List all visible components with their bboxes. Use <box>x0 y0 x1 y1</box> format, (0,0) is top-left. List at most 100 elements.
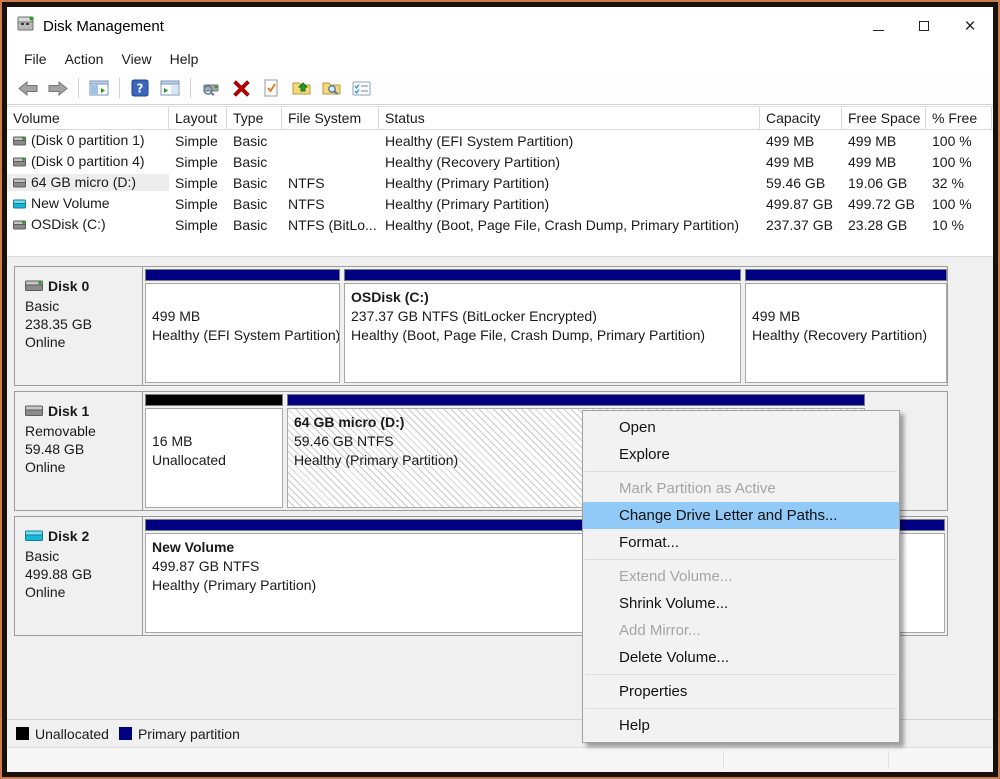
toolbar: ? <box>7 72 993 105</box>
menu-view[interactable]: View <box>112 47 160 71</box>
disk-1-label[interactable]: Disk 1 Removable 59.48 GB Online <box>15 392 143 510</box>
disk-state: Online <box>25 334 66 350</box>
disk-icon <box>25 277 43 295</box>
volume-table-header: Volume Layout Type File System Status Ca… <box>7 107 993 130</box>
disk-icon <box>25 402 43 420</box>
volume-name: New Volume <box>31 195 110 211</box>
disk-icon <box>25 527 43 545</box>
partition-recovery[interactable]: 499 MB Healthy (Recovery Partition) <box>745 269 947 383</box>
device-properties-icon[interactable] <box>198 75 224 101</box>
partition-context-menu: Open Explore Mark Partition as Active Ch… <box>582 410 900 743</box>
unallocated-block[interactable]: 16 MB Unallocated <box>145 394 283 508</box>
column-header-file-system[interactable]: File System <box>282 107 379 129</box>
window-frame: Disk Management × File Action View Help … <box>0 0 1000 779</box>
legend-label: Primary partition <box>137 725 240 742</box>
toolbar-separator <box>119 78 120 98</box>
volume-layout: Simple <box>175 132 218 149</box>
volume-pct-free: 32 % <box>932 174 964 191</box>
volume-type: Basic <box>233 216 268 233</box>
minimize-icon <box>872 29 884 31</box>
menu-file[interactable]: File <box>15 47 56 71</box>
minimize-button[interactable] <box>855 7 901 45</box>
volume-free-space: 499 MB <box>848 153 897 170</box>
delete-volume-icon[interactable] <box>228 75 254 101</box>
disk-state: Online <box>25 584 66 600</box>
forward-icon[interactable] <box>45 75 71 101</box>
volume-row[interactable]: (Disk 0 partition 4) Simple Basic Health… <box>7 151 993 172</box>
partition-osdisk-c[interactable]: OSDisk (C:) 237.37 GB NTFS (BitLocker Enc… <box>344 269 741 383</box>
menu-item-change-drive-letter[interactable]: Change Drive Letter and Paths... <box>583 502 899 529</box>
volume-drive-icon <box>13 175 26 191</box>
menu-action[interactable]: Action <box>56 47 113 71</box>
menu-separator <box>585 708 897 709</box>
unallocated-color-bar <box>145 394 283 406</box>
disk-0-label[interactable]: Disk 0 Basic 238.35 GB Online <box>15 267 143 385</box>
column-header-status[interactable]: Status <box>379 107 760 129</box>
status-bar <box>7 747 993 772</box>
volume-name: (Disk 0 partition 1) <box>31 132 145 148</box>
menu-item-shrink-volume[interactable]: Shrink Volume... <box>583 590 899 617</box>
menu-item-delete-volume[interactable]: Delete Volume... <box>583 644 899 671</box>
volume-row[interactable]: (Disk 0 partition 1) Simple Basic Health… <box>7 130 993 151</box>
legend-primary-partition: Primary partition <box>118 725 240 742</box>
column-header-capacity[interactable]: Capacity <box>760 107 842 129</box>
column-header-pct-free[interactable]: % Free <box>926 107 992 129</box>
volume-free-space: 499.72 GB <box>848 195 915 212</box>
column-header-type[interactable]: Type <box>227 107 282 129</box>
open-icon[interactable] <box>288 75 314 101</box>
legend-unallocated: Unallocated <box>16 726 109 742</box>
volume-type: Basic <box>233 132 268 149</box>
volume-capacity: 499.87 GB <box>766 195 833 212</box>
column-header-free-space[interactable]: Free Space <box>842 107 926 129</box>
volume-name: (Disk 0 partition 4) <box>31 153 145 169</box>
menu-item-extend-volume: Extend Volume... <box>619 568 733 585</box>
menu-help[interactable]: Help <box>161 47 208 71</box>
toolbar-separator <box>190 78 191 98</box>
column-header-volume[interactable]: Volume <box>7 107 169 129</box>
volume-free-space: 23.28 GB <box>848 216 908 233</box>
menu-item-properties[interactable]: Properties <box>583 678 899 705</box>
menu-bar: File Action View Help <box>7 45 993 72</box>
help-icon[interactable]: ? <box>127 75 153 101</box>
volume-status: Healthy (Primary Partition) <box>385 174 550 191</box>
volume-capacity: 59.46 GB <box>766 174 826 191</box>
volume-status: Healthy (Recovery Partition) <box>385 153 561 170</box>
menu-item-explore[interactable]: Explore <box>583 441 899 468</box>
volume-layout: Simple <box>175 195 218 212</box>
maximize-icon <box>919 21 929 31</box>
properties-list-icon[interactable] <box>348 75 374 101</box>
menu-separator <box>585 559 897 560</box>
menu-separator <box>585 471 897 472</box>
volume-row[interactable]: OSDisk (C:) Simple Basic NTFS (BitLo... … <box>7 214 993 235</box>
partition-efi[interactable]: 499 MB Healthy (EFI System Partition) <box>145 269 340 383</box>
back-icon[interactable] <box>15 75 41 101</box>
check-file-icon[interactable] <box>258 75 284 101</box>
close-button[interactable]: × <box>947 7 993 45</box>
volume-row[interactable]: New Volume Simple Basic NTFS Healthy (Pr… <box>7 193 993 214</box>
show-action-pane-icon[interactable] <box>157 75 183 101</box>
menu-separator <box>585 674 897 675</box>
window-frame-inner: Disk Management × File Action View Help … <box>2 2 998 777</box>
disk-name: Disk 0 <box>48 278 90 294</box>
disk-2-label[interactable]: Disk 2 Basic 499.88 GB Online <box>15 517 143 635</box>
window-title: Disk Management <box>43 17 164 35</box>
disk-management-window: Disk Management × File Action View Help … <box>7 7 993 772</box>
volume-type: Basic <box>233 153 268 170</box>
disk-management-app-icon <box>17 16 35 36</box>
menu-item-open[interactable]: Open <box>583 414 899 441</box>
show-console-tree-icon[interactable] <box>86 75 112 101</box>
toolbar-separator <box>78 78 79 98</box>
menu-item-help[interactable]: Help <box>583 712 899 739</box>
primary-partition-swatch <box>118 727 132 740</box>
column-header-layout[interactable]: Layout <box>169 107 227 129</box>
partition-color-bar <box>344 269 741 281</box>
volume-type: Basic <box>233 195 268 212</box>
volume-name: OSDisk (C:) <box>31 216 106 232</box>
partition-color-bar <box>745 269 947 281</box>
volume-drive-icon <box>13 154 26 170</box>
menu-item-format[interactable]: Format... <box>583 529 899 556</box>
volume-row-selected[interactable]: 64 GB micro (D:) Simple Basic NTFS Healt… <box>7 172 993 193</box>
maximize-button[interactable] <box>901 7 947 45</box>
statusbar-divider <box>723 751 724 769</box>
explore-icon[interactable] <box>318 75 344 101</box>
